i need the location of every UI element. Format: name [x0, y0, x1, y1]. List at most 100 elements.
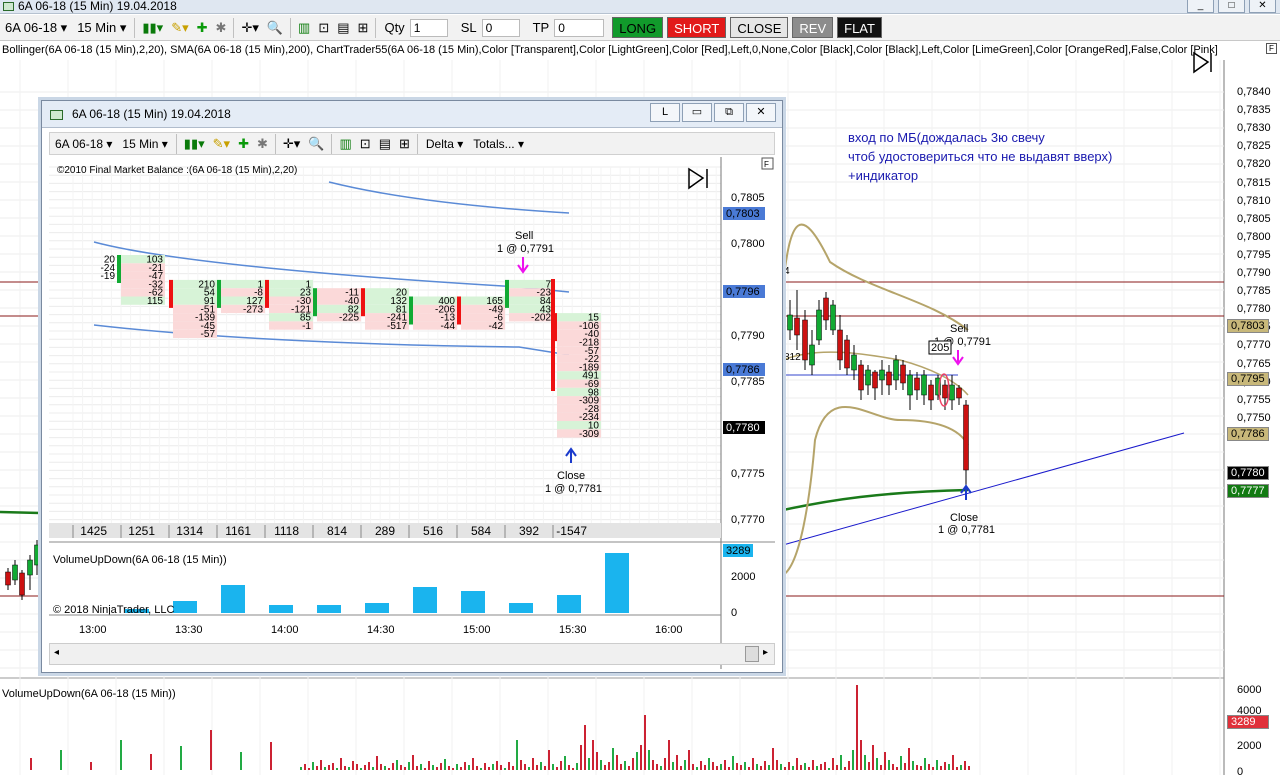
volume-bar — [724, 760, 726, 770]
bar-style-icon[interactable]: ▮▮▾ — [180, 136, 209, 152]
sub-minimize-button[interactable]: ▭ — [682, 103, 712, 122]
qty-label: Qty — [384, 19, 405, 35]
sub-price-tag-text: 0,7803 — [726, 208, 760, 220]
volume-bar — [352, 761, 354, 770]
footprint-candle — [169, 279, 173, 308]
properties-icon[interactable]: ✱ — [212, 20, 231, 36]
maximize-button[interactable]: □ — [1218, 0, 1245, 13]
compare-icon[interactable]: ▤ — [333, 20, 353, 36]
volume-bar — [532, 758, 534, 770]
volume-bar — [900, 756, 902, 770]
volume-bar — [173, 601, 197, 613]
sub-close-button[interactable]: ✕ — [746, 103, 776, 122]
indicator-legend: Bollinger(6A 06-18 (15 Min),2,20), SMA(6… — [2, 44, 1218, 56]
volume-bar — [221, 585, 245, 613]
volume-bar — [584, 725, 586, 770]
interval-selector[interactable]: 15 Min ▾ — [72, 18, 131, 38]
candle-body — [963, 404, 969, 471]
flat-button[interactable]: FLAT — [837, 17, 882, 38]
copyright-label: © 2018 NinjaTrader, LLC — [53, 604, 174, 616]
instrument-selector[interactable]: 6A 06-18 ▾ — [0, 18, 72, 38]
price-tick-label: 0,7770 — [1237, 339, 1271, 352]
tp-field[interactable]: 0 — [554, 18, 605, 37]
volume-bar — [760, 766, 762, 770]
candle-body — [942, 384, 948, 399]
time-tick-label: 14:30 — [367, 624, 395, 636]
volume-bar — [744, 762, 746, 770]
volume-bar — [684, 760, 686, 770]
long-button[interactable]: LONG — [612, 17, 664, 38]
add-indicator-icon[interactable]: ✚ — [234, 136, 253, 152]
compare-icon[interactable]: ▤ — [375, 136, 395, 152]
close-window-button[interactable]: ✕ — [1249, 0, 1276, 13]
close-button[interactable]: CLOSE — [730, 17, 789, 38]
time-tick-label: 15:30 — [559, 624, 587, 636]
sub-chart-window[interactable]: 6A 06-18 (15 Min) 19.04.2018 L ▭ ⧉ ✕ 6A … — [41, 100, 783, 673]
volume-bar — [792, 766, 794, 770]
qty-field[interactable]: 1 — [409, 18, 448, 37]
footprint-cell-value: -202 — [531, 313, 551, 324]
chart-trader-icon[interactable]: ▥ — [335, 136, 355, 152]
scroll-right-icon[interactable]: ▸ — [763, 647, 768, 658]
add-indicator-icon[interactable]: ✚ — [193, 20, 212, 36]
volume-bar — [428, 761, 430, 770]
chart-trader-icon[interactable]: ▥ — [294, 20, 314, 36]
candle-body — [956, 387, 962, 399]
sub-horizontal-scrollbar[interactable]: ◂ ▸ — [49, 643, 775, 665]
volume-bar — [952, 755, 954, 770]
volume-bar — [624, 761, 626, 770]
scroll-thumb[interactable] — [745, 646, 759, 662]
volume-bar — [876, 758, 878, 770]
main-chart-flag[interactable]: F — [1266, 43, 1277, 54]
time-tick-label: 14:00 — [271, 624, 299, 636]
properties-icon[interactable]: ✱ — [253, 136, 272, 152]
volume-bar — [688, 750, 690, 770]
footprint-cell-value: -517 — [387, 321, 407, 332]
volume-bar — [210, 730, 212, 770]
price-tag: 0,7795 — [1227, 372, 1269, 386]
volume-bar — [480, 768, 482, 770]
reverse-button[interactable]: REV — [792, 17, 834, 38]
volume-bar — [896, 767, 898, 770]
zoom-icon[interactable]: 🔍 — [263, 20, 287, 36]
sl-field[interactable]: 0 — [481, 18, 520, 37]
scroll-left-icon[interactable]: ◂ — [54, 647, 59, 658]
delta-selector[interactable]: Delta ▾ — [421, 134, 468, 154]
data-box-icon[interactable]: ⊡ — [314, 20, 333, 36]
data-box-icon[interactable]: ⊡ — [356, 136, 375, 152]
sub-interval-selector[interactable]: 15 Min ▾ — [117, 134, 172, 154]
snapshot-icon[interactable]: ⊞ — [354, 20, 373, 36]
volume-bar — [344, 766, 346, 770]
pencil-icon[interactable]: ✎▾ — [209, 136, 234, 152]
link-button[interactable]: L — [650, 103, 680, 122]
crosshair-icon[interactable]: ✛▾ — [237, 20, 262, 36]
volume-bar — [420, 764, 422, 770]
volume-bar — [596, 752, 598, 770]
totals-selector[interactable]: Totals... ▾ — [468, 134, 529, 154]
volume-bar — [312, 762, 314, 770]
sub-instrument-selector[interactable]: 6A 06-18 ▾ — [50, 134, 117, 154]
volume-bar — [432, 765, 434, 770]
pencil-icon[interactable]: ✎▾ — [167, 20, 192, 36]
footprint-chart[interactable]: ©2010 Final Market Balance :(6A 06-18 (1… — [49, 157, 775, 669]
minimize-button[interactable]: _ — [1187, 0, 1214, 13]
sub-window-title: 6A 06-18 (15 Min) 19.04.2018 — [72, 107, 231, 121]
volume-bar — [556, 767, 558, 770]
snapshot-icon[interactable]: ⊞ — [395, 136, 414, 152]
footprint-cell-value: -42 — [489, 321, 504, 332]
volume-bar — [120, 740, 122, 770]
sub-price-tick: 0,7775 — [731, 468, 765, 480]
short-button[interactable]: SHORT — [667, 17, 727, 38]
volume-bar — [920, 766, 922, 770]
note-line-2: чтоб удостовериться что не выдавят вверх… — [848, 149, 1113, 164]
sub-restore-button[interactable]: ⧉ — [714, 103, 744, 122]
volume-bar — [509, 603, 533, 613]
volume-bar — [836, 765, 838, 770]
position-size: 205 — [931, 342, 949, 354]
volume-bar — [461, 591, 485, 613]
bar-style-icon[interactable]: ▮▮▾ — [138, 20, 167, 36]
volume-bar — [708, 758, 710, 770]
volume-bar — [60, 750, 62, 770]
zoom-icon[interactable]: 🔍 — [304, 136, 328, 152]
crosshair-icon[interactable]: ✛▾ — [279, 136, 304, 152]
